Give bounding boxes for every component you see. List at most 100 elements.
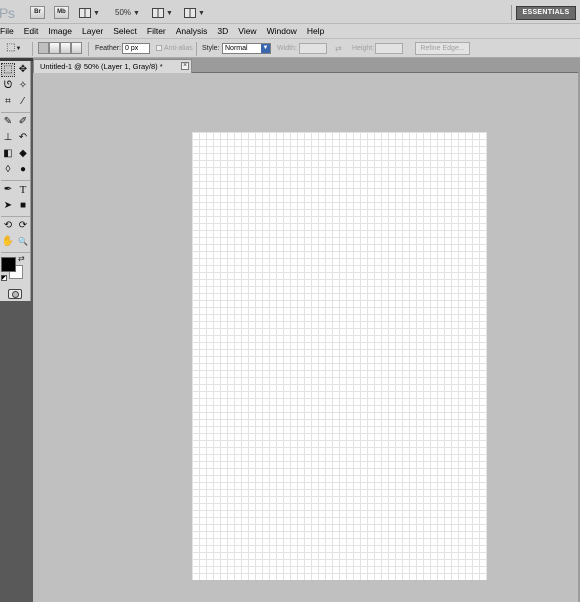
height-input[interactable] [375, 43, 403, 54]
document-canvas[interactable] [192, 132, 487, 580]
dodge-tool-icon: ● [19, 164, 27, 175]
menu-bar: File Edit Image Layer Select Filter Anal… [0, 24, 580, 38]
swap-colors-icon[interactable]: ⇄ [18, 254, 25, 263]
width-label: Width: [277, 45, 297, 52]
menu-view[interactable]: View [233, 24, 261, 38]
blur-tool[interactable]: ◊ [1, 163, 15, 177]
divider [88, 42, 89, 56]
foreground-color-swatch[interactable] [1, 257, 16, 272]
anti-alias-label: Anti-alias [164, 45, 193, 52]
rectangular-marquee-icon: ⬚ [3, 64, 13, 75]
3d-rotate-tool[interactable]: ⟲ [1, 219, 15, 233]
eraser-tool[interactable]: ◧ [1, 147, 15, 161]
workspace-switcher-button[interactable]: ESSENTIALS [516, 6, 576, 20]
zoom-level-value: 50% [115, 8, 132, 17]
eyedropper-tool[interactable]: ⁄ [16, 95, 30, 109]
divider [1, 180, 30, 181]
chevron-down-icon: ▼ [198, 10, 205, 17]
3d-orbit-tool[interactable]: ⟳ [16, 219, 30, 233]
menu-image[interactable]: Image [43, 24, 77, 38]
divider [1, 216, 30, 217]
add-to-selection-button[interactable] [49, 42, 60, 54]
hand-tool[interactable]: ✋ [1, 235, 15, 249]
history-brush-icon: ↶ [18, 132, 28, 143]
menu-file[interactable]: File [0, 24, 19, 38]
arrange-documents-icon [152, 7, 164, 18]
zoom-level-dropdown[interactable]: 50% ▼ [115, 6, 140, 19]
lasso-tool-icon: ᘎ [3, 80, 13, 91]
chevron-down-icon: ▼ [261, 44, 270, 53]
menu-edit[interactable]: Edit [19, 24, 44, 38]
canvas-workspace[interactable] [33, 74, 580, 602]
divider [196, 42, 197, 56]
quick-mask-button[interactable] [8, 289, 22, 299]
healing-brush-icon: ✎ [3, 116, 13, 127]
style-select[interactable]: Normal ▼ [222, 43, 271, 54]
menu-layer[interactable]: Layer [77, 24, 108, 38]
type-tool[interactable]: T [16, 183, 30, 197]
arrange-documents-dropdown[interactable]: ▼ [152, 6, 173, 19]
menu-analysis[interactable]: Analysis [171, 24, 213, 38]
menu-3d[interactable]: 3D [212, 24, 233, 38]
crop-tool-icon: ⌗ [5, 96, 11, 107]
rectangle-shape-icon: ■ [19, 200, 27, 211]
healing-brush-tool[interactable]: ✎ [1, 115, 15, 129]
menu-window[interactable]: Window [262, 24, 302, 38]
launch-mini-bridge-button[interactable]: Mb [54, 6, 69, 19]
tools-panel: ⬚ ✥ ᘎ ✧ ⌗ ⁄ ✎ ✐ ⊥ ↶ ◧ ◆ ◊ ● ✒ T ➤ ■ ⟲ ⟳ … [0, 58, 33, 602]
new-selection-button[interactable] [38, 42, 49, 54]
chevron-down-icon: ▼ [133, 10, 140, 17]
document-tab[interactable]: Untitled-1 @ 50% (Layer 1, Gray/8) * × [33, 59, 192, 73]
menu-filter[interactable]: Filter [142, 24, 171, 38]
zoom-tool[interactable]: 🔍 [16, 235, 30, 249]
crop-tool[interactable]: ⌗ [1, 95, 15, 109]
feather-input[interactable]: 0 px [122, 43, 150, 54]
brush-tool[interactable]: ✐ [16, 115, 30, 129]
history-brush-tool[interactable]: ↶ [16, 131, 30, 145]
screen-mode-icon [184, 7, 196, 18]
path-selection-icon: ➤ [3, 200, 13, 211]
paint-bucket-icon: ◆ [19, 148, 27, 159]
anti-alias-checkbox[interactable] [156, 45, 162, 51]
menu-select[interactable]: Select [108, 24, 142, 38]
chevron-down-icon: ▼ [166, 10, 173, 17]
rectangle-shape-tool[interactable]: ■ [16, 199, 30, 213]
clone-stamp-tool[interactable]: ⊥ [1, 131, 15, 145]
refine-edge-button[interactable]: Refine Edge... [415, 42, 470, 55]
chevron-down-icon: ▼ [93, 10, 100, 17]
pen-tool-icon: ✒ [3, 184, 13, 195]
divider [32, 42, 33, 56]
tool-preset-picker[interactable]: ⬚▼ [6, 42, 21, 55]
launch-bridge-button[interactable]: Br [30, 6, 45, 19]
style-select-value: Normal [225, 45, 248, 52]
menu-help[interactable]: Help [302, 24, 329, 38]
lasso-tool[interactable]: ᘎ [1, 79, 15, 93]
chevron-down-icon: ▼ [15, 46, 22, 52]
magic-wand-tool[interactable]: ✧ [16, 79, 30, 93]
screen-mode-dropdown[interactable]: ▼ [184, 6, 205, 19]
move-tool-icon: ✥ [18, 64, 28, 75]
blur-tool-icon: ◊ [5, 164, 11, 175]
document-tab-bar: Untitled-1 @ 50% (Layer 1, Gray/8) * × [33, 58, 580, 73]
eyedropper-icon: ⁄ [22, 96, 24, 107]
rectangular-marquee-tool[interactable]: ⬚ [1, 63, 15, 77]
intersect-selection-button[interactable] [71, 42, 82, 54]
paint-bucket-tool[interactable]: ◆ [16, 147, 30, 161]
divider [1, 252, 30, 253]
pen-tool[interactable]: ✒ [1, 183, 15, 197]
move-tool[interactable]: ✥ [16, 63, 30, 77]
view-extras-dropdown[interactable]: ▼ [79, 6, 100, 19]
tools-list: ⬚ ✥ ᘎ ✧ ⌗ ⁄ ✎ ✐ ⊥ ↶ ◧ ◆ ◊ ● ✒ T ➤ ■ ⟲ ⟳ … [0, 61, 31, 301]
clone-stamp-icon: ⊥ [3, 132, 13, 143]
dodge-tool[interactable]: ● [16, 163, 30, 177]
subtract-from-selection-button[interactable] [60, 42, 71, 54]
swap-width-height-icon[interactable]: ⇄ [335, 43, 342, 54]
close-icon[interactable]: × [181, 62, 189, 70]
divider [1, 112, 30, 113]
height-label: Height: [352, 45, 375, 52]
default-colors-icon[interactable] [1, 275, 7, 281]
width-input[interactable] [299, 43, 327, 54]
feather-label: Feather: [95, 45, 122, 52]
divider [511, 5, 512, 20]
path-selection-tool[interactable]: ➤ [1, 199, 15, 213]
